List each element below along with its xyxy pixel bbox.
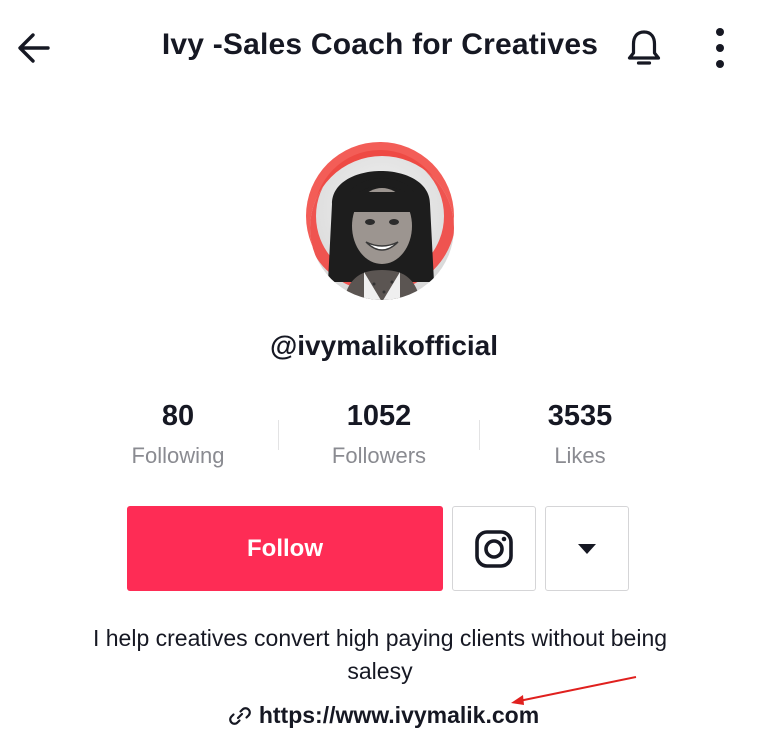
- header: Ivy -Sales Coach for Creatives: [0, 0, 768, 96]
- arrow-left-icon: [18, 33, 50, 63]
- instagram-button[interactable]: [452, 506, 536, 591]
- following-count: 80: [161, 400, 195, 432]
- likes-label: Likes: [554, 443, 606, 468]
- following-label: Following: [131, 443, 225, 468]
- more-vertical-icon: [716, 28, 724, 68]
- follow-button[interactable]: Follow: [127, 506, 443, 591]
- avatar[interactable]: [302, 142, 462, 310]
- more-options-button[interactable]: [700, 24, 740, 72]
- stat-followers[interactable]: 1052 Followers: [279, 396, 479, 476]
- stat-likes[interactable]: 3535 Likes: [480, 396, 680, 476]
- page-title: Ivy -Sales Coach for Creatives: [161, 28, 599, 61]
- back-button[interactable]: [12, 26, 56, 70]
- stat-following[interactable]: 80 Following: [78, 396, 278, 476]
- notification-bell-button[interactable]: [620, 24, 668, 72]
- more-actions-dropdown[interactable]: [545, 506, 629, 591]
- instagram-icon: [475, 529, 513, 568]
- caret-down-icon: [578, 543, 596, 554]
- bio-link[interactable]: https://www.ivymalik.com: [259, 702, 539, 729]
- stats-row: 80 Following 1052 Followers 3535 Likes: [78, 396, 682, 480]
- likes-count: 3535: [547, 400, 613, 432]
- profile-photo: [306, 142, 454, 300]
- followers-label: Followers: [331, 443, 427, 468]
- bell-icon: [627, 30, 661, 65]
- link-icon: [228, 705, 251, 727]
- followers-count: 1052: [346, 400, 412, 432]
- profile-handle: @ivymalikofficial: [269, 330, 499, 361]
- bio-link-row: https://www.ivymalik.com: [0, 702, 768, 729]
